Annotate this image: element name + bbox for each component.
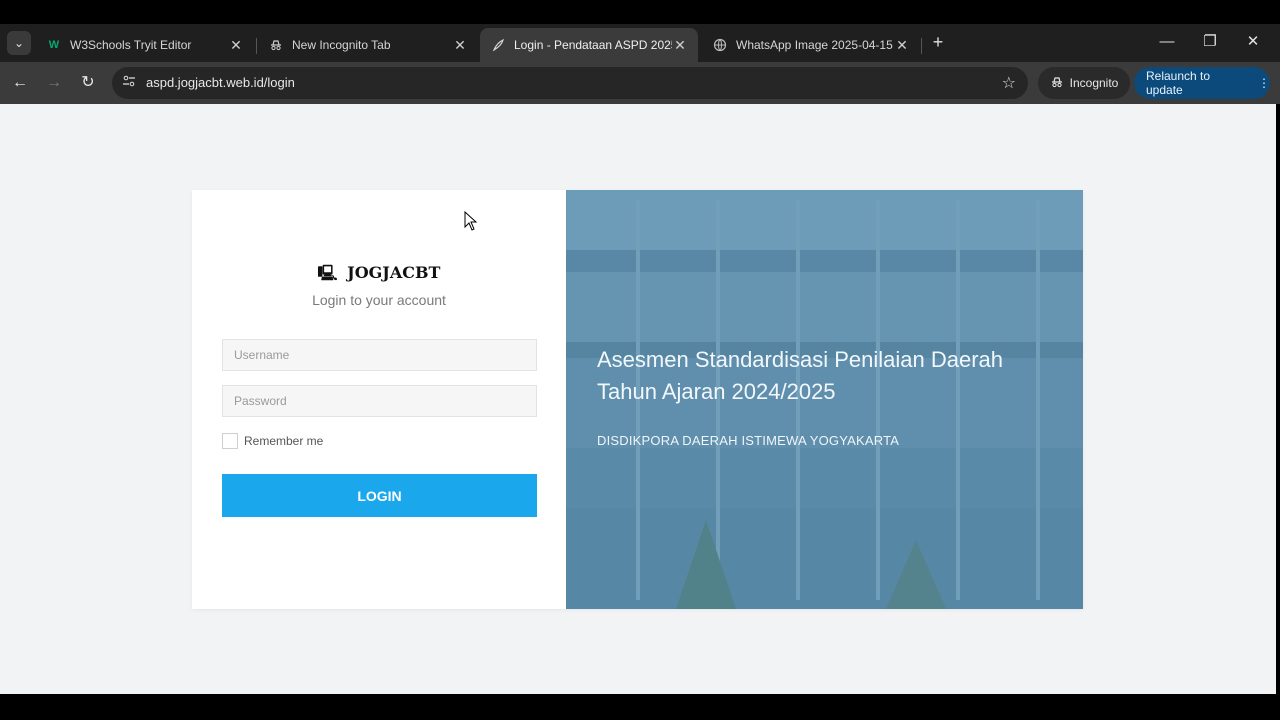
tab-login-aspd[interactable]: Login - Pendataan ASPD 2025 ✕ xyxy=(480,28,698,62)
page-content: 🖳 JOGJACBT Login to your account Remembe… xyxy=(0,104,1276,694)
login-panel: 🖳 JOGJACBT Login to your account Remembe… xyxy=(192,190,566,609)
reload-icon: ↻ xyxy=(81,74,95,91)
tab-title: WhatsApp Image 2025-04-15 a xyxy=(736,38,894,52)
browser-toolbar: ← → ↻ aspd.jogjacbt.web.id/login ☆ Incog… xyxy=(0,62,1280,104)
top-black-bar xyxy=(0,0,1280,24)
hero-panel: Asesmen Standardisasi Penilaian Daerah T… xyxy=(566,190,1083,609)
arrow-right-icon: → xyxy=(46,74,62,91)
login-card: 🖳 JOGJACBT Login to your account Remembe… xyxy=(192,190,1083,609)
brand: 🖳 JOGJACBT xyxy=(192,263,566,288)
computer-icon: 🖳 xyxy=(317,264,338,282)
new-tab-button[interactable]: + xyxy=(928,33,948,53)
relaunch-button[interactable]: Relaunch to update ⋮ xyxy=(1134,67,1270,99)
tab-search-button[interactable]: ⌄ xyxy=(7,31,31,55)
incognito-icon xyxy=(268,37,284,53)
chevron-down-icon: ⌄ xyxy=(13,36,25,50)
mouse-cursor-icon xyxy=(464,211,478,231)
relaunch-label: Relaunch to update xyxy=(1146,69,1211,97)
tab-title: W3Schools Tryit Editor xyxy=(70,38,192,52)
username-input[interactable] xyxy=(222,339,537,371)
feather-icon xyxy=(490,37,506,53)
back-button[interactable]: ← xyxy=(8,71,32,95)
tab-title: New Incognito Tab xyxy=(292,38,391,52)
brand-name: JOGJACBT xyxy=(347,263,441,282)
minimize-button[interactable]: — xyxy=(1154,30,1180,54)
globe-icon xyxy=(712,37,728,53)
remember-me-checkbox[interactable] xyxy=(222,433,238,449)
remember-me-label: Remember me xyxy=(244,434,324,448)
tab-strip: ⌄ W W3Schools Tryit Editor ✕ New Incogni… xyxy=(0,24,1280,62)
close-icon[interactable]: ✕ xyxy=(228,37,244,54)
close-window-button[interactable]: ✕ xyxy=(1240,30,1266,54)
w3schools-icon: W xyxy=(48,39,60,51)
restore-button[interactable]: ❐ xyxy=(1197,30,1223,54)
close-icon[interactable]: ✕ xyxy=(672,37,688,54)
close-icon[interactable]: ✕ xyxy=(452,37,468,54)
kebab-menu-icon[interactable]: ⋮ xyxy=(1258,76,1270,90)
tab-divider xyxy=(921,38,922,54)
site-info-icon[interactable] xyxy=(120,74,138,92)
tab-whatsapp-image[interactable]: WhatsApp Image 2025-04-15 a ✕ xyxy=(702,28,920,62)
incognito-icon xyxy=(1050,75,1064,92)
tab-new-incognito[interactable]: New Incognito Tab ✕ xyxy=(258,28,478,62)
hero-title-line1: Asesmen Standardisasi Penilaian Daerah xyxy=(597,347,1004,372)
arrow-left-icon: ← xyxy=(12,74,28,91)
address-bar[interactable]: aspd.jogjacbt.web.id/login ☆ xyxy=(112,67,1028,99)
hero-title: Asesmen Standardisasi Penilaian Daerah T… xyxy=(597,344,1057,408)
remember-me[interactable]: Remember me xyxy=(222,433,323,449)
bottom-black-bar xyxy=(0,694,1280,720)
tab-divider xyxy=(256,38,257,54)
hero-subtitle: DISDIKPORA DAERAH ISTIMEWA YOGYAKARTA xyxy=(597,433,900,448)
tab-title: Login - Pendataan ASPD 2025 xyxy=(514,38,672,52)
password-input[interactable] xyxy=(222,385,537,417)
reload-button[interactable]: ↻ xyxy=(76,71,100,95)
login-subtitle: Login to your account xyxy=(312,292,446,308)
hero-title-line2: Tahun Ajaran 2024/2025 xyxy=(597,379,836,404)
bookmark-star-icon[interactable]: ☆ xyxy=(1002,73,1016,93)
tab-w3schools[interactable]: W W3Schools Tryit Editor ✕ xyxy=(36,28,254,62)
incognito-indicator[interactable]: Incognito xyxy=(1038,67,1130,99)
close-icon[interactable]: ✕ xyxy=(894,37,910,54)
login-button[interactable]: LOGIN xyxy=(222,474,537,517)
incognito-label: Incognito xyxy=(1069,76,1119,90)
url-text[interactable]: aspd.jogjacbt.web.id/login xyxy=(146,75,295,90)
forward-button[interactable]: → xyxy=(42,71,66,95)
